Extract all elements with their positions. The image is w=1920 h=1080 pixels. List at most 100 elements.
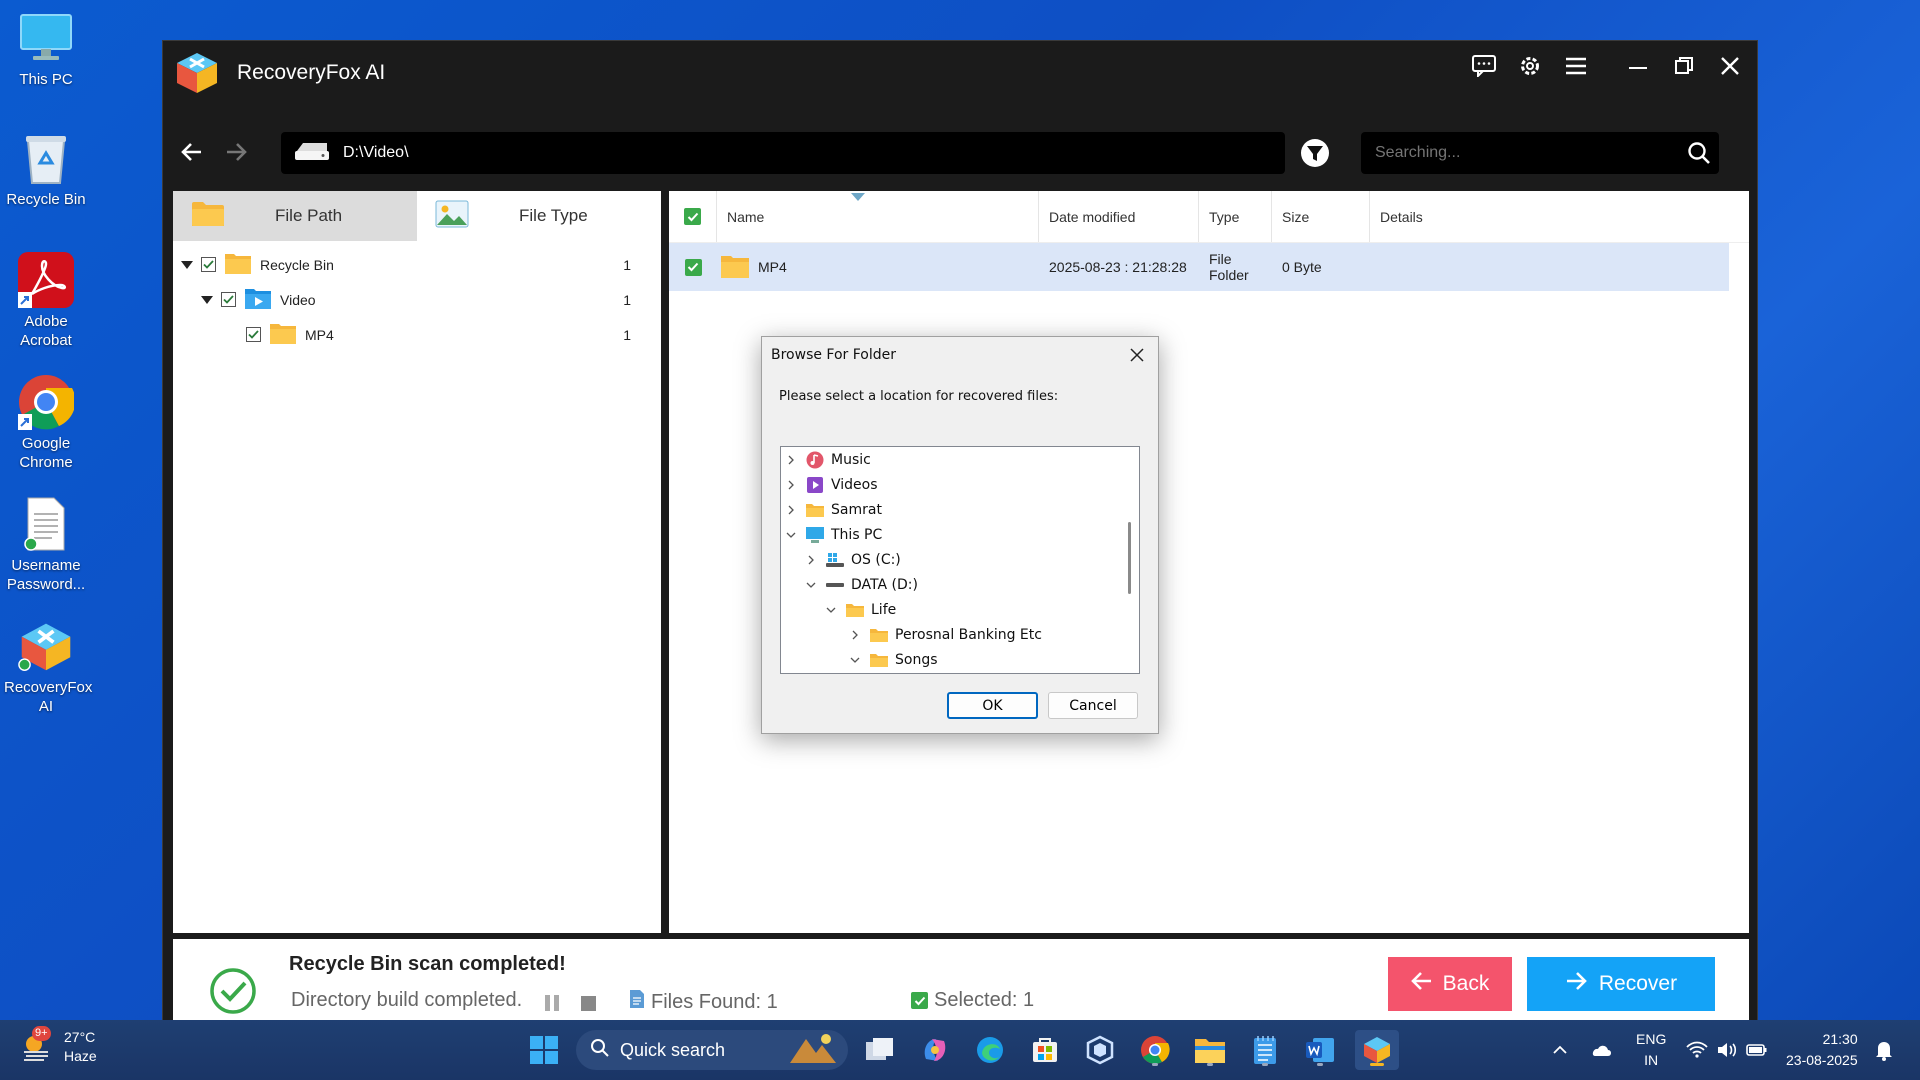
column-header-name[interactable]: Name bbox=[717, 191, 1039, 242]
onedrive-cloud-icon[interactable] bbox=[1590, 1020, 1612, 1080]
folder-item-songs[interactable]: Songs bbox=[849, 647, 938, 672]
left-panel: File Path File Type Recycle Bin 1 Video … bbox=[173, 191, 661, 933]
back-arrow-icon[interactable] bbox=[177, 137, 207, 167]
header-select-all[interactable] bbox=[669, 191, 717, 242]
tree-row-video[interactable]: Video 1 bbox=[173, 282, 661, 317]
tree-checkbox[interactable] bbox=[201, 257, 216, 272]
folder-icon bbox=[720, 253, 750, 282]
recover-button[interactable]: Recover bbox=[1527, 957, 1715, 1011]
scrollbar-thumb[interactable] bbox=[1128, 522, 1131, 594]
desktop-icon-label: Google Chrome bbox=[19, 435, 73, 471]
clock-date: 23-08-2025 bbox=[1786, 1052, 1858, 1068]
chevron-down-icon[interactable] bbox=[849, 654, 861, 666]
wifi-icon[interactable] bbox=[1686, 1020, 1708, 1080]
desktop-icon-recycle-bin[interactable]: Recycle Bin bbox=[4, 130, 88, 209]
word-icon[interactable] bbox=[1300, 1030, 1340, 1070]
row-checkbox[interactable] bbox=[684, 258, 702, 276]
desktop-icon-adobe-acrobat[interactable]: Adobe Acrobat bbox=[4, 252, 88, 350]
taskbar-clock[interactable]: 21:30 23-08-2025 bbox=[1786, 1029, 1858, 1071]
search-icon[interactable] bbox=[1679, 133, 1719, 173]
stop-icon[interactable] bbox=[581, 996, 596, 1011]
column-header-date[interactable]: Date modified bbox=[1039, 191, 1199, 242]
chevron-right-icon[interactable] bbox=[785, 504, 797, 516]
desktop-icon-label: This PC bbox=[19, 71, 73, 88]
dialog-close-icon[interactable] bbox=[1124, 343, 1150, 367]
folder-item-personal-banking[interactable]: Perosnal Banking Etc bbox=[849, 622, 1042, 647]
chrome-taskbar-icon[interactable] bbox=[1135, 1030, 1175, 1070]
folder-item-this-pc[interactable]: This PC bbox=[785, 522, 882, 547]
folder-item-data-d[interactable]: DATA (D:) bbox=[805, 572, 918, 597]
minimize-icon[interactable] bbox=[1625, 53, 1651, 79]
microsoft-store-icon[interactable] bbox=[1025, 1030, 1065, 1070]
desktop-icon-username-password[interactable]: Username Password... bbox=[4, 496, 88, 594]
copilot-icon[interactable] bbox=[915, 1030, 955, 1070]
taskbar-search[interactable]: Quick search bbox=[576, 1030, 848, 1070]
folder-item-label: OS (C:) bbox=[851, 551, 901, 568]
column-header-type[interactable]: Type bbox=[1199, 191, 1272, 242]
close-icon[interactable] bbox=[1717, 53, 1743, 79]
drive-icon bbox=[825, 576, 845, 594]
tab-file-type[interactable]: File Type bbox=[417, 191, 661, 241]
path-bar[interactable]: D:\Video\ bbox=[281, 132, 1285, 174]
expand-arrow-icon[interactable] bbox=[201, 295, 213, 304]
table-row[interactable]: MP4 2025-08-23 : 21:28:28 File Folder 0 … bbox=[669, 243, 1729, 291]
dialog-title: Browse For Folder bbox=[771, 347, 897, 363]
search-highlight-icon bbox=[786, 1031, 840, 1070]
ok-button[interactable]: OK bbox=[947, 692, 1038, 719]
tree-checkbox[interactable] bbox=[221, 292, 236, 307]
folder-browser-tree[interactable]: Music Videos Samrat This PC OS (C:) DATA… bbox=[780, 446, 1140, 674]
chevron-right-icon[interactable] bbox=[785, 454, 797, 466]
expand-arrow-icon[interactable] bbox=[181, 260, 193, 269]
file-explorer-icon[interactable] bbox=[1190, 1030, 1230, 1070]
selected-label: Selected: 1 bbox=[934, 989, 1035, 1011]
start-button-icon[interactable] bbox=[524, 1030, 564, 1070]
document-icon bbox=[629, 989, 645, 1015]
select-all-checkbox[interactable] bbox=[684, 208, 701, 225]
desktop-icon-recoveryfox[interactable]: RecoveryFox AI bbox=[4, 618, 92, 716]
desktop-icon-google-chrome[interactable]: Google Chrome bbox=[4, 374, 88, 472]
tab-file-path[interactable]: File Path bbox=[173, 191, 417, 241]
language-indicator[interactable]: ENG IN bbox=[1636, 1029, 1666, 1071]
folder-item-os-c[interactable]: OS (C:) bbox=[805, 547, 901, 572]
folder-item-videos[interactable]: Videos bbox=[785, 472, 878, 497]
weather-widget[interactable]: 9+ 27°C Haze bbox=[20, 1026, 97, 1066]
recover-button-label: Recover bbox=[1598, 972, 1678, 995]
recoveryfox-logo-icon bbox=[18, 618, 74, 674]
task-view-icon[interactable] bbox=[860, 1030, 900, 1070]
edge-browser-icon[interactable] bbox=[970, 1030, 1010, 1070]
settings-gear-icon[interactable] bbox=[1517, 53, 1543, 79]
maximize-icon[interactable] bbox=[1671, 53, 1697, 79]
back-button[interactable]: Back bbox=[1388, 957, 1512, 1011]
folder-item-samrat[interactable]: Samrat bbox=[785, 497, 882, 522]
forward-arrow-icon[interactable] bbox=[221, 137, 251, 167]
pause-icon[interactable] bbox=[545, 995, 559, 1011]
chevron-down-icon[interactable] bbox=[825, 604, 837, 616]
column-header-size[interactable]: Size bbox=[1272, 191, 1370, 242]
chevron-right-icon[interactable] bbox=[785, 479, 797, 491]
tree-row-mp4[interactable]: MP4 1 bbox=[173, 317, 661, 352]
chevron-right-icon[interactable] bbox=[849, 629, 861, 641]
desktop-icon-this-pc[interactable]: This PC bbox=[4, 10, 88, 89]
battery-icon[interactable] bbox=[1746, 1020, 1768, 1080]
feedback-icon[interactable] bbox=[1471, 53, 1497, 79]
security-app-icon[interactable] bbox=[1080, 1030, 1120, 1070]
tree-checkbox[interactable] bbox=[246, 327, 261, 342]
cancel-button[interactable]: Cancel bbox=[1048, 692, 1138, 719]
tree-row-recycle-bin[interactable]: Recycle Bin 1 bbox=[173, 247, 661, 282]
back-button-label: Back bbox=[1442, 972, 1490, 995]
chevron-down-icon[interactable] bbox=[785, 529, 797, 541]
recoveryfox-taskbar-icon[interactable] bbox=[1355, 1030, 1399, 1070]
show-hidden-icons-icon[interactable] bbox=[1552, 1020, 1568, 1080]
filter-icon[interactable] bbox=[1299, 137, 1331, 169]
volume-icon[interactable] bbox=[1716, 1020, 1738, 1080]
folder-item-music[interactable]: Music bbox=[785, 447, 871, 472]
folder-item-life[interactable]: Life bbox=[825, 597, 896, 622]
notification-bell-icon[interactable] bbox=[1874, 1020, 1894, 1080]
column-header-details[interactable]: Details bbox=[1370, 191, 1749, 242]
chevron-right-icon[interactable] bbox=[805, 554, 817, 566]
menu-icon[interactable] bbox=[1563, 53, 1589, 79]
taskbar: 9+ 27°C Haze Quick search ENG IN 21:30 2… bbox=[0, 1020, 1920, 1080]
search-input[interactable] bbox=[1361, 144, 1679, 162]
chevron-down-icon[interactable] bbox=[805, 579, 817, 591]
notepad-icon[interactable] bbox=[1245, 1030, 1285, 1070]
